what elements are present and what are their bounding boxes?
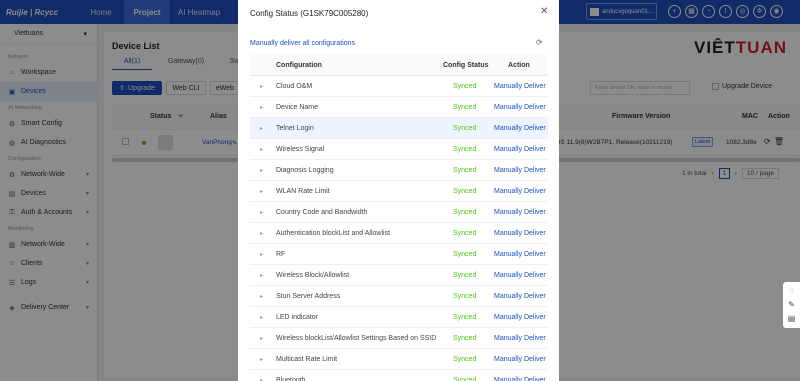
manually-deliver-link[interactable]: Manually Deliver [494, 167, 546, 174]
config-name: Cloud O&M [276, 83, 313, 90]
config-status: Synced [453, 272, 477, 279]
expand-icon[interactable]: ▸ [260, 293, 263, 300]
table-row: ▸ Wireless Signal Synced Manually Deliver [250, 139, 548, 160]
config-name: Bluetooth [276, 377, 306, 381]
table-row: ▸ Wireless Block/Allowlist Synced Manually … [250, 265, 548, 286]
config-name: LED indicator [276, 314, 319, 321]
expand-icon[interactable]: ▸ [260, 146, 263, 153]
config-name: WLAN Rate Limit [276, 188, 330, 195]
config-status: Synced [453, 377, 477, 381]
refresh-icon[interactable]: ⟳ [536, 38, 543, 47]
feedback-icon[interactable]: ✎ [788, 301, 795, 309]
col-action: Action [508, 62, 530, 69]
config-status: Synced [453, 314, 477, 321]
config-status: Synced [453, 335, 477, 342]
config-name: Telnet Login [276, 125, 314, 132]
config-name: Authentication blockList and Allowlist [276, 230, 391, 237]
config-status: Synced [453, 356, 477, 363]
table-row: ▸ Bluetooth Synced Manually Deliver [250, 370, 548, 381]
table-row: ▸ Diagnosis Logging Synced Manually Deliver [250, 160, 548, 181]
expand-icon[interactable]: ▸ [260, 377, 263, 381]
manually-deliver-link[interactable]: Manually Deliver [494, 251, 546, 258]
config-status: Synced [453, 209, 477, 216]
config-name: Wireless Signal [276, 146, 325, 153]
manually-deliver-link[interactable]: Manually Deliver [494, 293, 546, 300]
config-name: Wireless Block/Allowlist [276, 272, 350, 279]
expand-icon[interactable]: ▸ [260, 272, 263, 279]
manually-deliver-link[interactable]: Manually Deliver [494, 104, 546, 111]
expand-icon[interactable]: ▸ [260, 230, 263, 237]
manually-deliver-link[interactable]: Manually Deliver [494, 83, 546, 90]
manually-deliver-link[interactable]: Manually Deliver [494, 209, 546, 216]
expand-icon[interactable]: ▸ [260, 125, 263, 132]
config-status: Synced [453, 104, 477, 111]
config-table: Configuration Config Status Action ▸ Clou… [250, 54, 548, 381]
config-name: Stun Server Address [276, 293, 341, 300]
manually-deliver-link[interactable]: Manually Deliver [494, 356, 546, 363]
config-name: Multicast Rate Limit [276, 356, 338, 363]
expand-icon[interactable]: ▸ [260, 335, 263, 342]
clipboard-icon[interactable]: ▤ [788, 315, 796, 323]
col-configuration: Configuration [276, 62, 322, 69]
table-row: ▸ Authentication blockList and Allowlist S… [250, 223, 548, 244]
manually-deliver-link[interactable]: Manually Deliver [494, 125, 546, 132]
config-status: Synced [453, 230, 477, 237]
modal-title: Config Status (G1SK79C005280) [250, 9, 369, 18]
config-status: Synced [453, 125, 477, 132]
manually-deliver-link[interactable]: Manually Deliver [494, 314, 546, 321]
floating-toolbar: ◌ ✎ ▤ [783, 282, 800, 328]
config-status: Synced [453, 251, 477, 258]
table-row: ▸ Multicast Rate Limit Synced Manually Deli… [250, 349, 548, 370]
table-row: ▸ RF Synced Manually Deliver [250, 244, 548, 265]
table-row: ▸ WLAN Rate Limit Synced Manually Deliver [250, 181, 548, 202]
table-row: ▸ Wireless blockList/Allowlist Settings B… [250, 328, 548, 349]
table-row: ▸ Device Name Synced Manually Deliver [250, 97, 548, 118]
expand-icon[interactable]: ▸ [260, 209, 263, 216]
expand-icon[interactable]: ▸ [260, 167, 263, 174]
config-name: RF [276, 251, 286, 258]
manually-deliver-link[interactable]: Manually Deliver [494, 377, 546, 381]
manually-deliver-link[interactable]: Manually Deliver [494, 272, 546, 279]
config-name: Wireless blockList/Allowlist Settings Ba… [276, 335, 437, 342]
manually-deliver-link[interactable]: Manually Deliver [494, 146, 546, 153]
expand-icon[interactable]: ▸ [260, 356, 263, 363]
expand-icon[interactable]: ▸ [260, 104, 263, 111]
table-row: ▸ Country Code and Bandwidth Synced Manuall… [250, 202, 548, 223]
deliver-all-link[interactable]: Manually deliver all configurations [250, 40, 355, 47]
expand-icon[interactable]: ▸ [260, 83, 263, 90]
config-table-header: Configuration Config Status Action [250, 54, 548, 76]
table-row: ▸ LED indicator Synced Manually Deliver [250, 307, 548, 328]
chat-icon[interactable]: ◌ [789, 287, 794, 295]
config-status: Synced [453, 83, 477, 90]
close-icon[interactable]: ✕ [540, 7, 548, 17]
expand-icon[interactable]: ▸ [260, 188, 263, 195]
manually-deliver-link[interactable]: Manually Deliver [494, 335, 546, 342]
config-status: Synced [453, 146, 477, 153]
config-status: Synced [453, 188, 477, 195]
expand-icon[interactable]: ▸ [260, 314, 263, 321]
config-name: Diagnosis Logging [276, 167, 334, 174]
table-row: ▸ Telnet Login Synced Manually Deliver [250, 118, 548, 139]
col-config-status: Config Status [443, 62, 489, 69]
config-status: Synced [453, 167, 477, 174]
config-status: Synced [453, 293, 477, 300]
config-name: Country Code and Bandwidth [276, 209, 368, 216]
config-status-modal: Config Status (G1SK79C005280) ✕ Manually… [238, 0, 559, 381]
expand-icon[interactable]: ▸ [260, 251, 263, 258]
config-name: Device Name [276, 104, 319, 111]
config-table-body: ▸ Cloud O&M Synced Manually Deliver ▸ Device … [250, 76, 548, 381]
manually-deliver-link[interactable]: Manually Deliver [494, 188, 546, 195]
table-row: ▸ Stun Server Address Synced Manually Deliv… [250, 286, 548, 307]
table-row: ▸ Cloud O&M Synced Manually Deliver [250, 76, 548, 97]
manually-deliver-link[interactable]: Manually Deliver [494, 230, 546, 237]
